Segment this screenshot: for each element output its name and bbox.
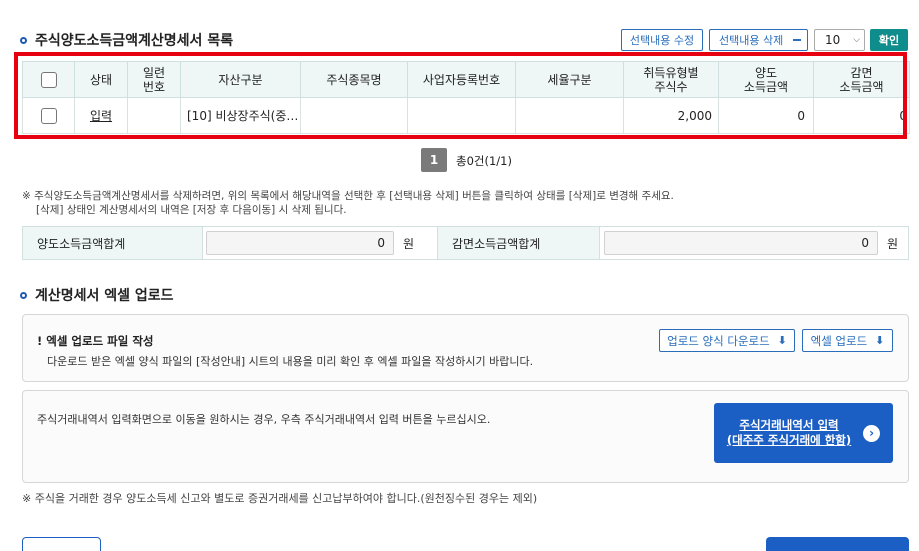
exempt-total-unit: 원 xyxy=(887,236,899,251)
transfer-total-label: 양도소득금액합계 xyxy=(23,227,203,259)
page-size-select[interactable]: 10 ⌵ xyxy=(814,29,865,51)
footer-note: ※ 주식을 거래한 경우 양도소득세 신고와 별도로 증권거래세를 신고납부하여… xyxy=(22,492,538,505)
totals-row: 양도소득금액합계 0 원 감면소득금액합계 0 원 xyxy=(22,226,909,260)
arrow-right-circle-icon: › xyxy=(863,424,881,442)
highlight-box xyxy=(14,52,907,139)
stock-trade-button-line2: (대주주 주식거래에 한함) xyxy=(726,433,852,447)
delete-selected-button[interactable]: 선택내용 삭제 xyxy=(709,29,808,51)
exempt-total-field: 0 xyxy=(604,231,878,255)
transfer-total-unit: 원 xyxy=(403,236,415,251)
download-template-label: 업로드 양식 다운로드 xyxy=(667,333,770,348)
chevron-down-icon: ⌵ xyxy=(853,35,861,45)
excel-section-title: 계산명세서 엑셀 업로드 xyxy=(20,285,174,305)
excel-box-title: ! 엑셀 업로드 파일 작성 xyxy=(37,334,154,348)
next-button[interactable] xyxy=(766,537,909,551)
delete-note-1: ※ 주식양도소득금액계산명세서를 삭제하려면, 위의 목록에서 해당내역을 선택… xyxy=(22,190,674,202)
delete-note-2: [삭제] 상태인 계산명세서의 내역은 [저장 후 다음이동] 시 삭제 됩니다… xyxy=(36,204,347,216)
transfer-total-field: 0 xyxy=(206,231,394,255)
excel-box-desc: 다운로드 받은 엑셀 양식 파일의 [작성안내] 시트의 내용을 미리 확인 후… xyxy=(47,355,534,368)
delete-selected-label: 선택내용 삭제 xyxy=(719,34,784,47)
minus-icon xyxy=(793,39,802,41)
page-size-value: 10 xyxy=(825,33,841,47)
stock-trade-button-line1: 주식거래내역서 입력 xyxy=(739,418,839,432)
prev-button[interactable] xyxy=(22,537,101,551)
page-1-button[interactable]: 1 xyxy=(421,148,447,172)
download-template-button[interactable]: 업로드 양식 다운로드 ⬇ xyxy=(659,329,795,352)
trade-box: 주식거래내역서 입력화면으로 이동을 원하시는 경우, 우측 주식거래내역서 입… xyxy=(22,390,909,483)
list-title-text: 주식양도소득금액계산명세서 목록 xyxy=(35,33,234,49)
edit-selected-button[interactable]: 선택내용 수정 xyxy=(621,29,703,51)
exempt-total-cell: 0 원 xyxy=(600,227,908,259)
excel-upload-label: 엑셀 업로드 xyxy=(810,333,868,348)
excel-title-text: 계산명세서 엑셀 업로드 xyxy=(35,288,174,304)
transfer-total-cell: 0 원 xyxy=(203,227,437,259)
pager-summary: 총0건(1/1) xyxy=(456,154,512,168)
trade-desc: 주식거래내역서 입력화면으로 이동을 원하시는 경우, 우측 주식거래내역서 입… xyxy=(37,413,491,426)
download-icon: ⬇ xyxy=(777,334,787,347)
list-section-title: 주식양도소득금액계산명세서 목록 xyxy=(20,30,233,50)
upload-icon: ⬇ xyxy=(875,334,885,347)
stock-trade-input-button[interactable]: 주식거래내역서 입력 (대주주 주식거래에 한함) › xyxy=(714,403,893,463)
excel-upload-button[interactable]: 엑셀 업로드 ⬇ xyxy=(802,329,893,352)
bullet-icon xyxy=(20,36,27,44)
exempt-total-label: 감면소득금액합계 xyxy=(437,227,600,259)
excel-upload-box: ! 엑셀 업로드 파일 작성 다운로드 받은 엑셀 양식 파일의 [작성안내] … xyxy=(22,314,909,382)
bullet-icon xyxy=(20,291,27,299)
confirm-button[interactable]: 확인 xyxy=(870,29,908,51)
stock-trade-button-text: 주식거래내역서 입력 (대주주 주식거래에 한함) xyxy=(727,418,851,448)
